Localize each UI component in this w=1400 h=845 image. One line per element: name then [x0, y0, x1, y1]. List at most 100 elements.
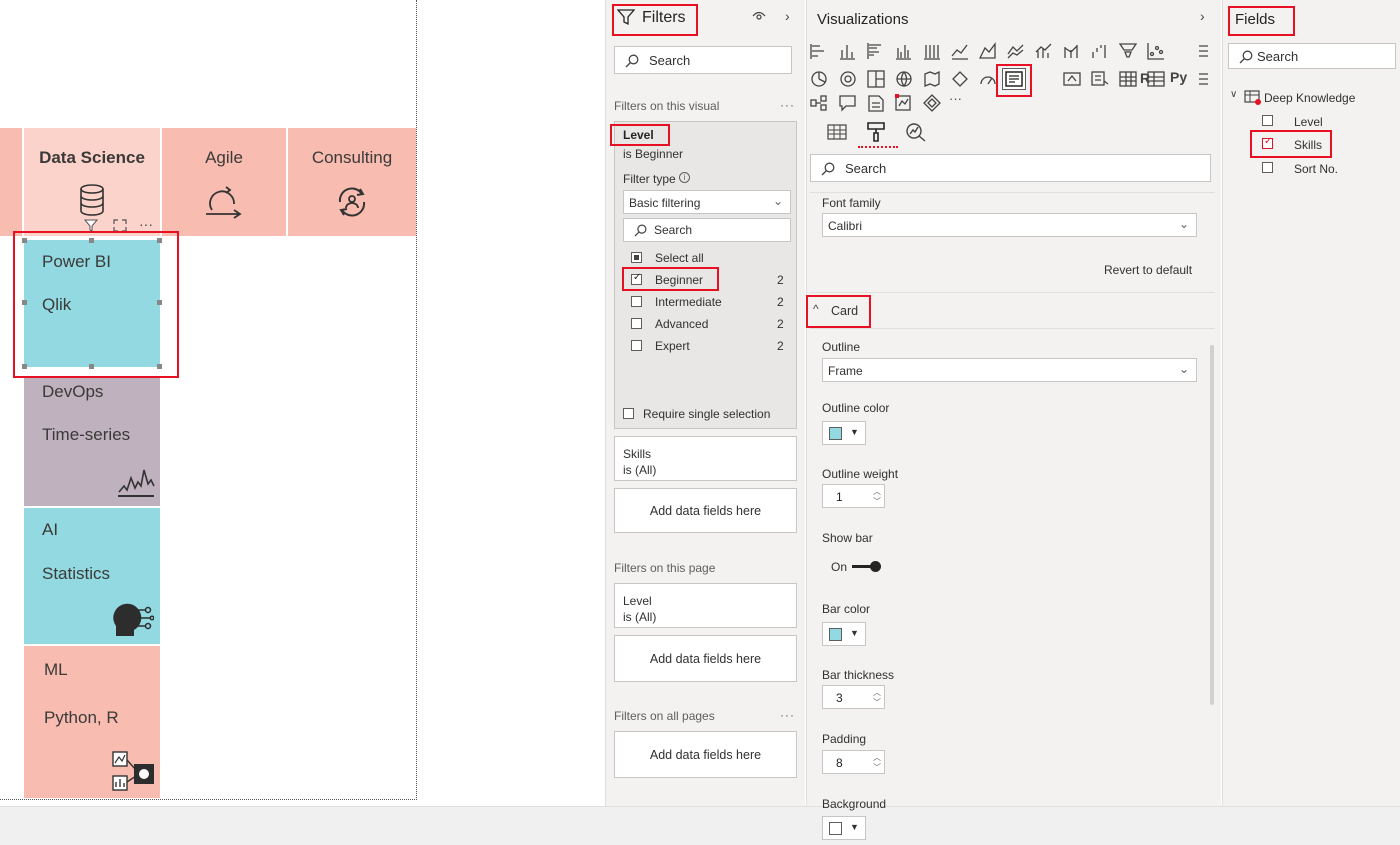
stacked-bar-chart-icon	[810, 44, 824, 59]
filter-option-count: 2	[777, 295, 784, 309]
r-visual-icon[interactable]: R	[1140, 70, 1150, 86]
ai-head-icon	[113, 603, 154, 636]
field-label[interactable]: Sort No.	[1294, 162, 1338, 176]
outline-label: Outline	[822, 340, 861, 354]
field-wells-icon	[1199, 73, 1208, 85]
page-boundary-horizontal	[0, 799, 417, 800]
search-icon	[625, 54, 639, 68]
filter-type-dropdown[interactable]: Basic filtering ⌄	[623, 190, 791, 214]
divider	[810, 292, 1215, 293]
build-visual-tab-icon[interactable]	[827, 122, 847, 142]
outline-dropdown[interactable]: Frame ⌄	[822, 358, 1197, 382]
table-name[interactable]: Deep Knowledge	[1264, 91, 1355, 105]
table-icon	[1119, 71, 1137, 87]
filter-card-page-level[interactable]: Level is (All)	[614, 583, 797, 628]
add-data-fields-page-dropzone[interactable]: Add data fields here	[614, 635, 797, 682]
background-color-picker[interactable]: ▼	[822, 816, 866, 840]
select-all-checkbox[interactable]	[631, 252, 642, 263]
skill-card-devops[interactable]: DevOps Time-series	[24, 378, 160, 506]
header-tile-consulting[interactable]: Consulting	[288, 128, 416, 236]
more-visuals-icon[interactable]: ···	[949, 91, 962, 106]
outline-weight-stepper[interactable]: 1 ︿ ﹀	[822, 484, 885, 508]
card-line: Python, R	[44, 708, 119, 727]
skill-card-ml[interactable]: ML Python, R	[24, 646, 160, 798]
info-icon[interactable]: i	[679, 172, 690, 183]
decrement-icon[interactable]: ﹀	[873, 762, 881, 773]
revert-to-default-link[interactable]: Revert to default	[1104, 263, 1192, 277]
search-placeholder: Search	[845, 161, 887, 176]
100-bar-chart-icon	[924, 45, 940, 60]
highlight-box-beginner	[622, 267, 719, 291]
bar-color-picker[interactable]: ▼	[822, 622, 866, 646]
intermediate-checkbox[interactable]	[631, 296, 642, 307]
format-pane-scrollbar[interactable]	[1210, 345, 1214, 705]
highlight-box-card-section	[806, 295, 871, 328]
chevron-down-icon: ⌄	[1178, 217, 1189, 231]
padding-label: Padding	[822, 732, 867, 746]
consulting-icon	[338, 187, 366, 217]
filters-search-input[interactable]: Search	[614, 46, 792, 74]
card-line: DevOps	[42, 382, 104, 401]
chevron-down-icon: ⌄	[772, 194, 783, 208]
show-bar-state: On	[831, 560, 848, 574]
add-data-fields-visual-dropzone[interactable]: Add data fields here	[614, 488, 797, 533]
report-canvas[interactable]: Data Science Agile Consulting ··· Power …	[0, 0, 605, 805]
expert-checkbox[interactable]	[631, 340, 642, 351]
field-label[interactable]: Level	[1294, 115, 1323, 129]
outline-color-picker[interactable]: ▼	[822, 421, 866, 445]
agile-cycle-icon	[206, 186, 242, 219]
chevron-down-icon[interactable]: ∨	[1230, 89, 1237, 100]
visualizations-title: Visualizations	[817, 11, 909, 28]
font-family-dropdown[interactable]: Calibri ⌄	[822, 213, 1197, 237]
decrement-icon[interactable]: ﹀	[873, 496, 881, 507]
outline-color-label: Outline color	[822, 401, 890, 415]
line-chart-icon	[951, 44, 968, 60]
advanced-checkbox[interactable]	[631, 318, 642, 329]
more-options-icon[interactable]: ···	[780, 98, 795, 112]
analytics-tab-icon[interactable]	[905, 122, 927, 142]
eye-icon[interactable]	[752, 11, 766, 21]
header-tile-agile[interactable]: Agile	[162, 128, 286, 236]
ribbon-chart-icon	[1064, 45, 1078, 58]
collapse-visualizations-chevron-icon[interactable]: ›	[1200, 8, 1205, 24]
level-values-search-input[interactable]: Search	[623, 218, 791, 242]
format-search-input[interactable]: Search	[810, 154, 1211, 182]
page-boundary-vertical	[416, 0, 417, 800]
stepper-value: 3	[836, 691, 843, 705]
filters-on-all-pages-heading: Filters on all pages	[614, 709, 715, 723]
bar-color-label: Bar color	[822, 602, 871, 616]
color-swatch	[829, 427, 842, 440]
search-placeholder: Search	[1257, 49, 1299, 64]
clustered-column-chart-icon	[896, 45, 911, 60]
padding-stepper[interactable]: 8 ︿ ﹀	[822, 750, 885, 774]
more-options-icon[interactable]: ···	[780, 708, 795, 722]
more-options-icon[interactable]: ···	[139, 216, 153, 232]
funnel-chart-icon	[1118, 43, 1138, 58]
format-visual-tab-icon[interactable]	[866, 121, 886, 143]
filter-card-skills[interactable]: Skills is (All)	[614, 436, 797, 481]
kpi-icon	[1063, 72, 1081, 86]
paginated-report-icon	[895, 95, 911, 111]
field-checkbox-sort-no[interactable]	[1262, 162, 1273, 173]
outline-weight-label: Outline weight	[822, 467, 899, 481]
highlight-box-selected-card	[13, 231, 179, 378]
python-visual-icon[interactable]: Py	[1170, 69, 1187, 85]
clustered-bar-chart-icon	[867, 43, 881, 59]
fields-search-input[interactable]: Search	[1228, 43, 1396, 69]
stacked-column-chart-icon	[840, 45, 855, 60]
collapse-filters-chevron-icon[interactable]: ›	[785, 8, 790, 24]
require-single-selection-checkbox[interactable]	[623, 408, 634, 419]
bar-thickness-stepper[interactable]: 3 ︿ ﹀	[822, 685, 885, 709]
area-chart-icon	[978, 42, 996, 59]
card-line: Time-series	[42, 425, 131, 444]
matrix-icon	[1147, 71, 1165, 87]
add-data-fields-report-dropzone[interactable]: Add data fields here	[614, 731, 797, 778]
skill-card-ai[interactable]: AI Statistics	[24, 508, 160, 644]
toggle-knob[interactable]	[870, 561, 881, 572]
pie-chart-icon	[811, 71, 827, 87]
database-icon	[80, 184, 104, 216]
field-checkbox-level[interactable]	[1262, 115, 1273, 126]
pane-overflow-icon	[1199, 45, 1208, 57]
decrement-icon[interactable]: ﹀	[873, 697, 881, 708]
status-bar	[0, 806, 1400, 845]
